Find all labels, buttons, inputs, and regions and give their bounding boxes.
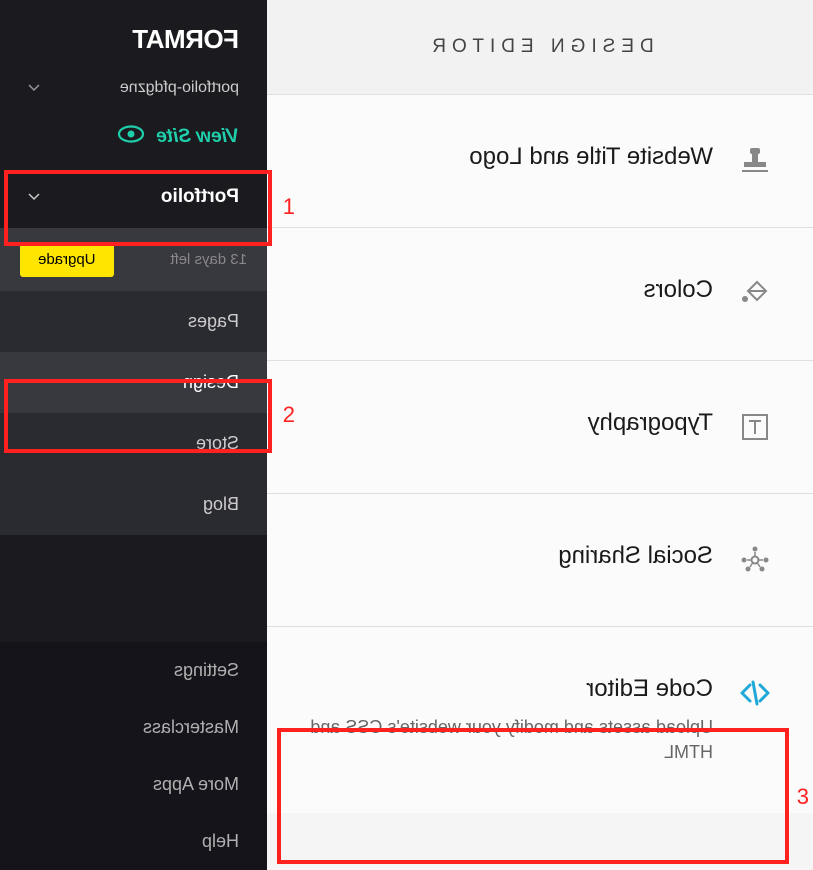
sidebar-item-store[interactable]: Store: [0, 413, 267, 474]
logo-area: FORMAT: [0, 0, 267, 69]
design-item-social-sharing[interactable]: Social Sharing: [267, 494, 813, 627]
sidebar-item-more-apps[interactable]: More Apps: [0, 756, 267, 813]
share-icon: [737, 542, 773, 578]
item-content: Typography: [307, 409, 713, 437]
stamp-icon: [737, 143, 773, 179]
text-icon: [737, 409, 773, 445]
portfolio-label: Portfolio: [161, 186, 239, 208]
trial-days-label: 13 days left: [170, 251, 247, 268]
item-title: Website Title and Logo: [307, 143, 713, 171]
site-name-label: portfolio-pfdgzne: [120, 79, 239, 97]
view-site-label: View Site: [156, 126, 239, 148]
sidebar-item-settings[interactable]: Settings: [0, 642, 267, 699]
item-description: Upload assets and modify your website's …: [307, 715, 713, 765]
item-title: Code Editor: [307, 675, 713, 703]
annotation-label-3: 3: [797, 784, 809, 810]
sidebar-item-design[interactable]: Design: [0, 352, 267, 413]
code-icon: [737, 675, 773, 711]
bottom-nav: Settings Masterclass More Apps Help: [0, 642, 267, 870]
sidebar: FORMAT portfolio-pfdgzne View Site Portf…: [0, 0, 267, 870]
design-item-title-logo[interactable]: Website Title and Logo: [267, 95, 813, 228]
paint-bucket-icon: [737, 276, 773, 312]
item-title: Colors: [307, 276, 713, 304]
item-content: Code Editor Upload assets and modify you…: [307, 675, 713, 765]
annotation-label-1: 1: [283, 194, 295, 220]
portfolio-expandable[interactable]: Portfolio: [0, 166, 267, 228]
site-selector[interactable]: portfolio-pfdgzne: [0, 69, 267, 111]
item-title: Social Sharing: [307, 542, 713, 570]
trial-bar: 13 days left Upgrade: [0, 228, 267, 291]
sidebar-item-pages[interactable]: Pages: [0, 291, 267, 352]
main-header: DESIGN EDITOR: [267, 0, 813, 95]
item-content: Colors: [307, 276, 713, 304]
annotation-label-2: 2: [283, 402, 295, 428]
design-item-colors[interactable]: Colors: [267, 228, 813, 361]
eye-icon: [118, 125, 144, 148]
upgrade-button[interactable]: Upgrade: [20, 242, 114, 277]
sidebar-item-blog[interactable]: Blog: [0, 474, 267, 535]
main-content: DESIGN EDITOR Website Title and Logo Col…: [267, 0, 813, 870]
sidebar-item-help[interactable]: Help: [0, 813, 267, 870]
design-item-typography[interactable]: Typography: [267, 361, 813, 494]
sidebar-item-masterclass[interactable]: Masterclass: [0, 699, 267, 756]
chevron-down-icon: [28, 82, 40, 94]
item-title: Typography: [307, 409, 713, 437]
brand-logo: FORMAT: [28, 24, 239, 55]
view-site-link[interactable]: View Site: [0, 111, 267, 166]
design-item-code-editor[interactable]: Code Editor Upload assets and modify you…: [267, 627, 813, 813]
page-title: DESIGN EDITOR: [267, 36, 813, 58]
item-content: Website Title and Logo: [307, 143, 713, 171]
portfolio-submenu: Pages Design Store Blog: [0, 291, 267, 535]
item-content: Social Sharing: [307, 542, 713, 570]
chevron-down-icon: [28, 191, 40, 203]
